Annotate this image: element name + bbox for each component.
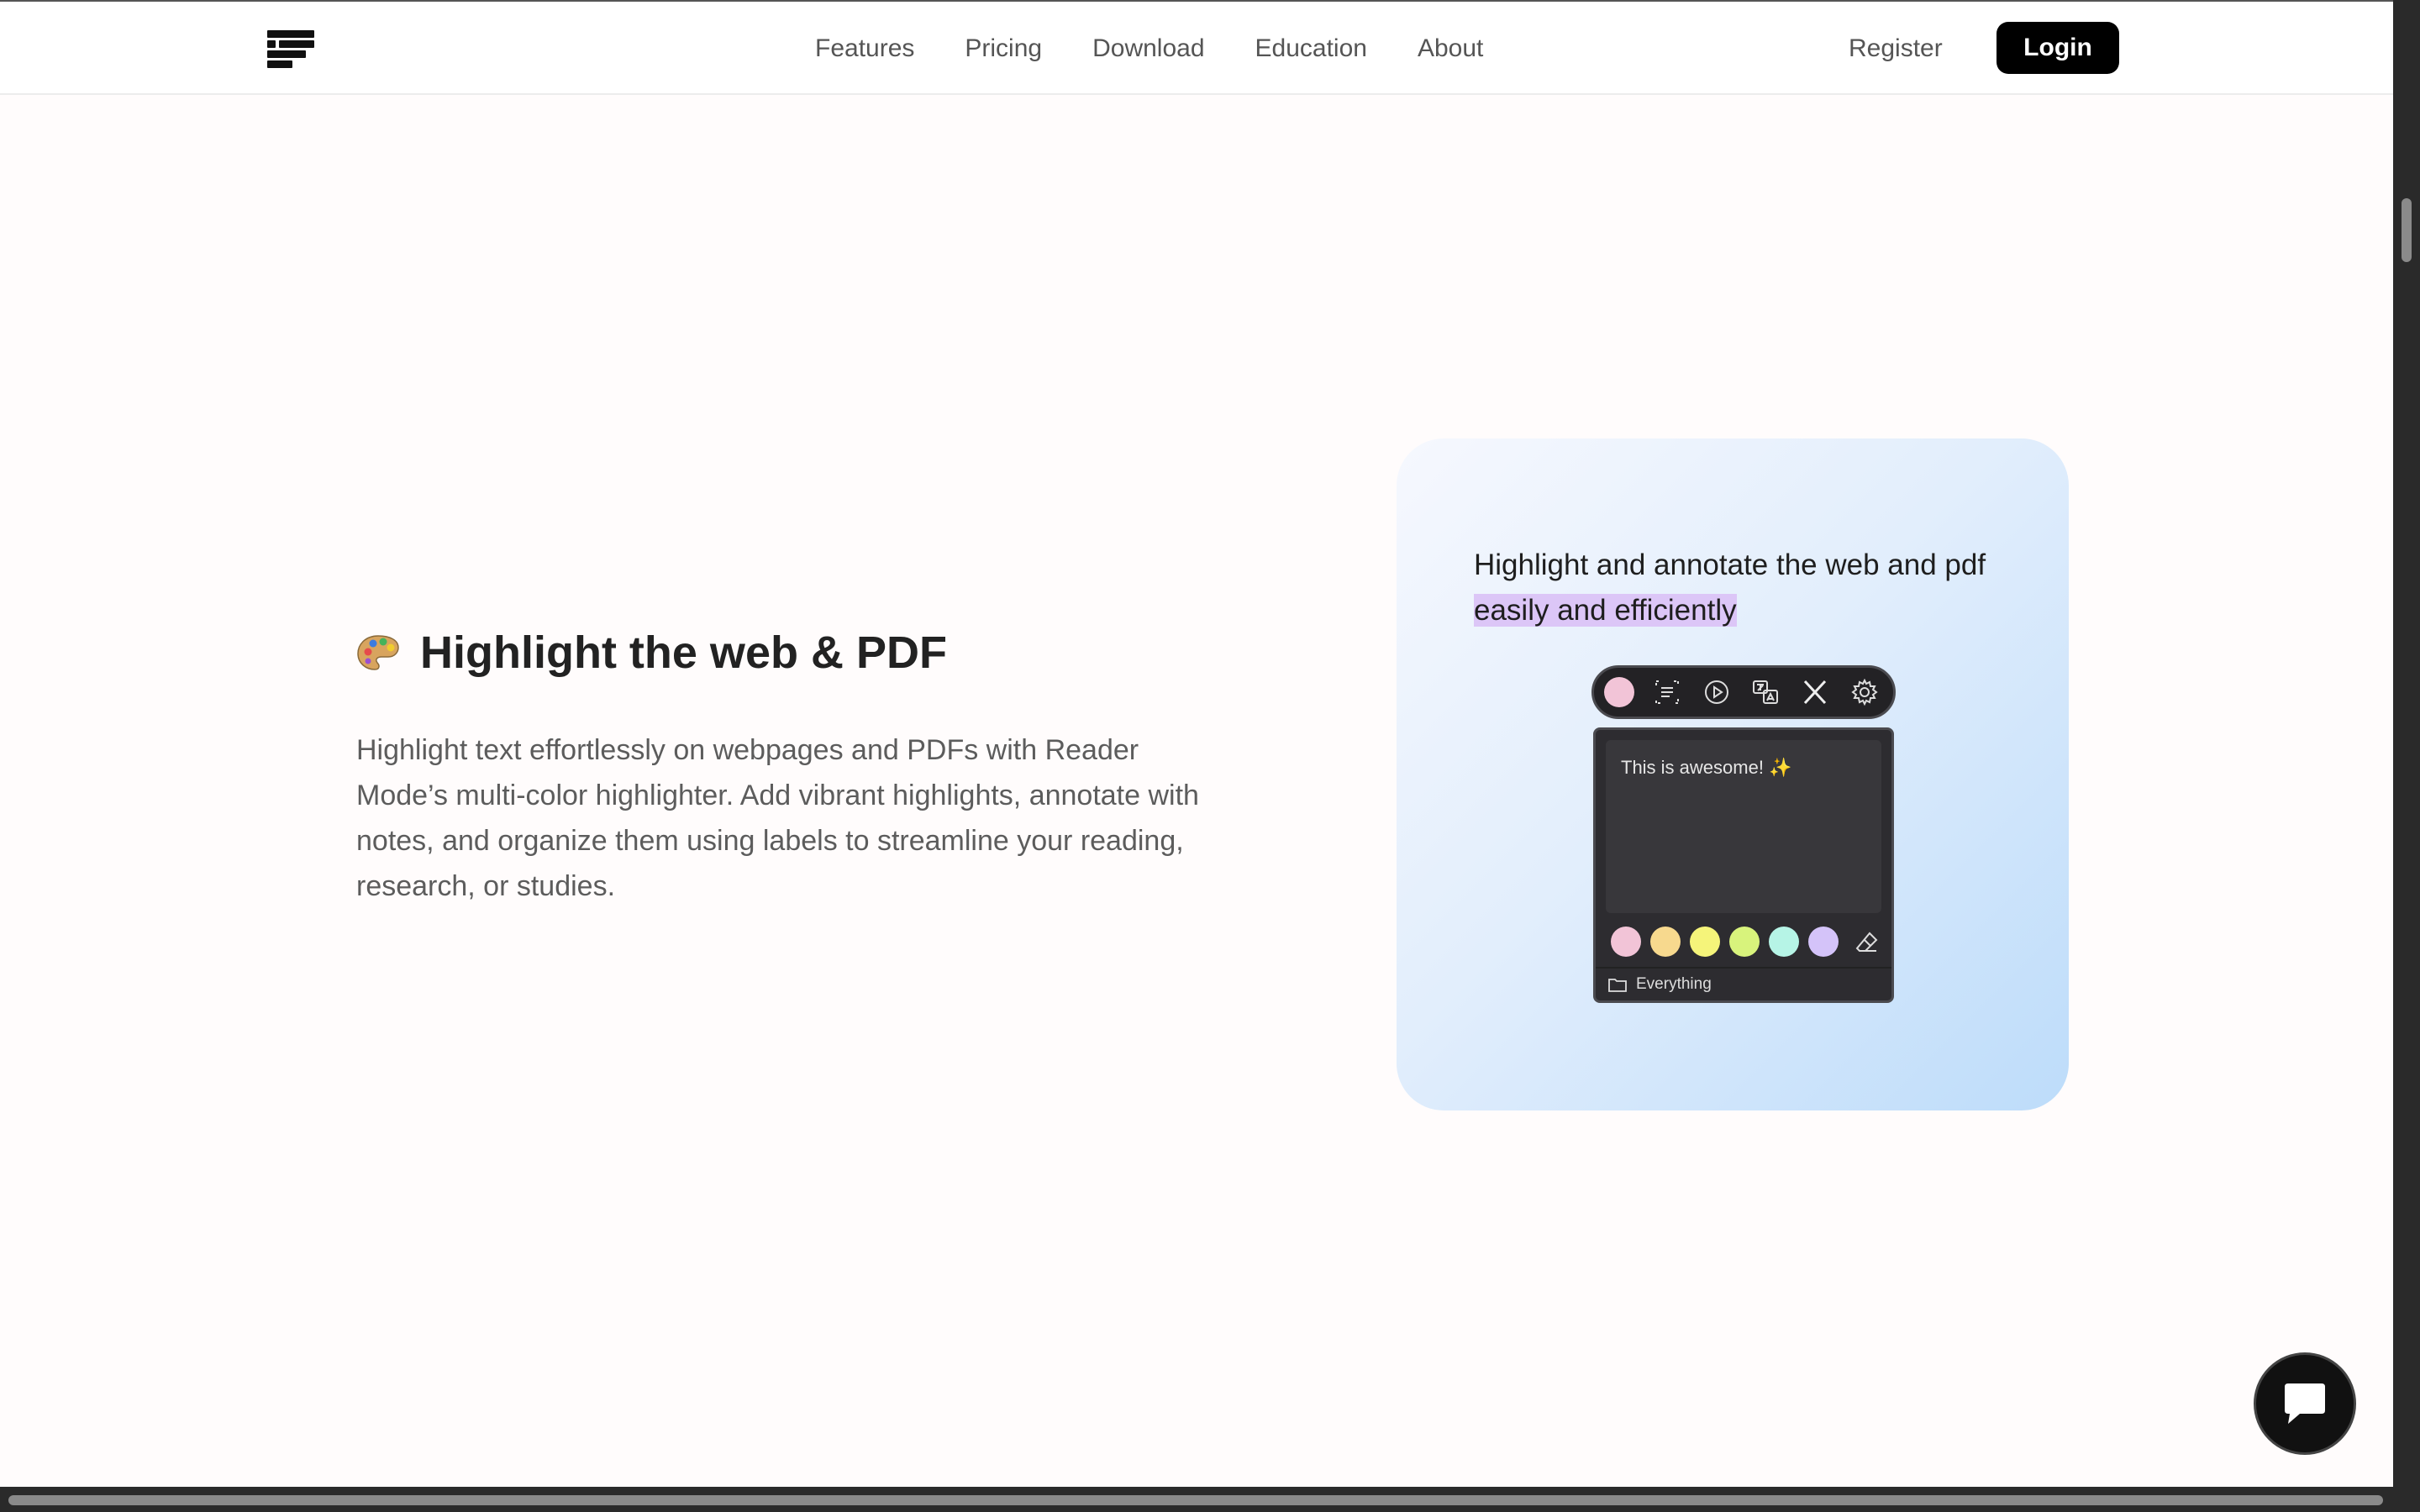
- register-link[interactable]: Register: [1849, 32, 1943, 66]
- note-textarea[interactable]: This is awesome! ✨: [1606, 740, 1881, 913]
- nav-features[interactable]: Features: [815, 32, 914, 66]
- note-label-bar[interactable]: Everything: [1596, 967, 1891, 1000]
- logo-icon[interactable]: [267, 30, 314, 68]
- swatch-yellow[interactable]: [1690, 927, 1720, 957]
- highlight-toolbar: [1591, 665, 1896, 719]
- demo-text: Highlight and annotate the web and pdf e…: [1474, 543, 2045, 633]
- palette-icon: [357, 635, 399, 670]
- demo-text-plain: Highlight and annotate the web and pdf: [1474, 549, 1986, 581]
- site-header: Features Pricing Download Education Abou…: [0, 0, 2393, 95]
- swatch-mint[interactable]: [1769, 927, 1799, 957]
- main-nav: Features Pricing Download Education Abou…: [815, 32, 1483, 66]
- play-icon[interactable]: [1700, 675, 1733, 709]
- feature-description: Highlight text effortlessly on webpages …: [356, 734, 1199, 902]
- x-share-icon[interactable]: [1798, 675, 1832, 709]
- horizontal-scrollbar[interactable]: [0, 1487, 2420, 1512]
- vertical-scroll-thumb[interactable]: [2402, 198, 2412, 262]
- horizontal-scroll-thumb[interactable]: [8, 1495, 2383, 1505]
- swatch-lime[interactable]: [1729, 927, 1760, 957]
- note-popup: This is awesome! ✨ Everything: [1593, 727, 1894, 1003]
- feature-heading: Highlight the web & PDF: [356, 623, 947, 682]
- nav-pricing[interactable]: Pricing: [965, 32, 1042, 66]
- gear-icon[interactable]: [1848, 675, 1881, 709]
- nav-download[interactable]: Download: [1092, 32, 1204, 66]
- color-swatches: [1611, 927, 1839, 957]
- translate-icon[interactable]: [1749, 675, 1782, 709]
- swatch-orange[interactable]: [1650, 927, 1681, 957]
- chat-button[interactable]: [2254, 1352, 2356, 1455]
- feature-title: Highlight the web & PDF: [420, 627, 947, 678]
- swatch-pink[interactable]: [1611, 927, 1641, 957]
- chat-bubble-icon: [2285, 1383, 2325, 1424]
- demo-card: Highlight and annotate the web and pdf e…: [1397, 438, 2069, 1110]
- demo-text-highlighted[interactable]: easily and efficiently: [1474, 594, 1737, 627]
- nav-about[interactable]: About: [1418, 32, 1483, 66]
- color-dot-icon[interactable]: [1604, 677, 1634, 707]
- nav-education[interactable]: Education: [1255, 32, 1367, 66]
- label-name: Everything: [1636, 975, 1712, 993]
- summary-icon[interactable]: [1650, 675, 1684, 709]
- eraser-icon[interactable]: [1853, 928, 1881, 957]
- login-button[interactable]: Login: [1996, 22, 2119, 74]
- page-viewport: Features Pricing Download Education Abou…: [0, 0, 2393, 1487]
- folder-icon: [1608, 979, 1627, 992]
- vertical-scrollbar[interactable]: [2393, 0, 2420, 1487]
- swatch-purple[interactable]: [1808, 927, 1839, 957]
